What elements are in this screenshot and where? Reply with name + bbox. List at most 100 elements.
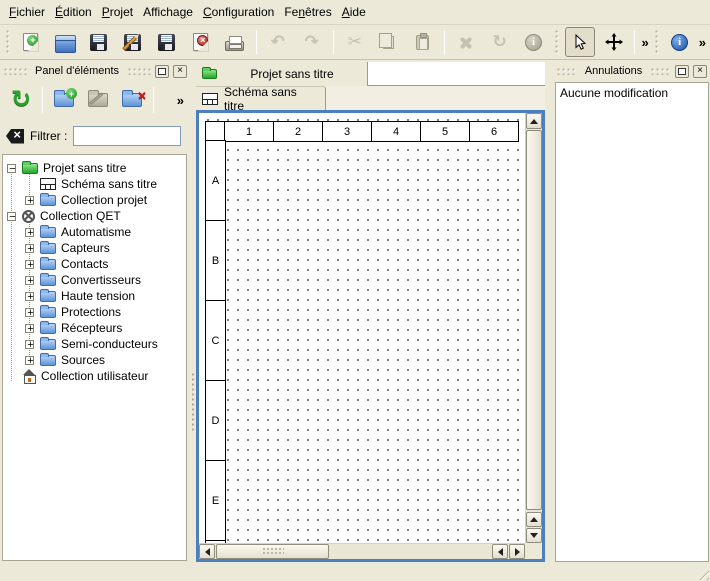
vertical-scrollbar-thumb[interactable]: [526, 130, 542, 510]
expand-box[interactable]: [25, 244, 34, 253]
vertical-scrollbar[interactable]: [525, 113, 542, 543]
tab-projet-sans-titre[interactable]: Projet sans titre: [196, 62, 368, 86]
project-tab-label: Projet sans titre: [223, 67, 361, 81]
schema-tab-label: Schéma sans titre: [224, 85, 319, 113]
elements-panel-titlebar[interactable]: Panel d'éléments ×: [0, 62, 190, 80]
expand-box[interactable]: [25, 276, 34, 285]
print-button[interactable]: [220, 27, 250, 57]
save-all-button[interactable]: [152, 27, 182, 57]
titlebar-texture: [127, 67, 151, 75]
expand-box[interactable]: [25, 356, 34, 365]
tree-item-semi-conducteurs[interactable]: Semi-conducteurs: [3, 336, 186, 352]
row-header: C: [205, 300, 226, 381]
tree-item-collection-qet[interactable]: Collection QET: [3, 208, 186, 224]
tree-item-projet-sans-titre[interactable]: Projet sans titre: [3, 160, 186, 176]
new-document-button[interactable]: +: [16, 27, 46, 57]
expand-box[interactable]: [25, 260, 34, 269]
toolbar-separator: [333, 30, 334, 54]
open-folder-icon: [55, 39, 74, 51]
arrow-right-icon: [515, 548, 520, 556]
horizontal-scrollbar-thumb[interactable]: [216, 544, 329, 559]
about-qet-button[interactable]: i: [665, 27, 695, 57]
undo-history-list[interactable]: Aucune modification: [555, 82, 709, 562]
project-tab-bar: Projet sans titre: [196, 62, 545, 86]
clear-filter-icon[interactable]: [6, 129, 24, 144]
expand-box[interactable]: [25, 324, 34, 333]
tree-item-contacts[interactable]: Contacts: [3, 256, 186, 272]
scroll-left-button[interactable]: [199, 544, 215, 559]
toolbar-drag-handle[interactable]: [654, 29, 660, 55]
dock-splitter-handle[interactable]: [191, 372, 195, 432]
tree-item-haute-tension[interactable]: Haute tension: [3, 288, 186, 304]
arrow-down-icon: [530, 533, 538, 538]
folder-delete-icon: ×: [122, 93, 142, 107]
filter-input[interactable]: [73, 126, 181, 146]
toolbar-separator: [634, 30, 635, 54]
dock-float-button[interactable]: [155, 65, 169, 78]
save-as-button[interactable]: [118, 27, 148, 57]
info-blue-icon: i: [671, 34, 688, 51]
scroll-up-button[interactable]: [526, 512, 542, 527]
toolbar-drag-handle[interactable]: [554, 29, 560, 55]
new-category-button[interactable]: +: [50, 86, 78, 114]
open-project-button[interactable]: [50, 27, 80, 57]
tree-item-sources[interactable]: Sources: [3, 352, 186, 368]
cross-badge-icon: ×: [197, 35, 208, 46]
titleblock-row-headers: A B C D E: [205, 141, 226, 543]
scroll-right-button[interactable]: [509, 544, 525, 559]
menu-affichage[interactable]: Affichage: [138, 2, 198, 22]
scroll-down-button[interactable]: [526, 528, 542, 543]
tree-item-schema-sans-titre[interactable]: Schéma sans titre: [3, 176, 186, 192]
scroll-left-button[interactable]: [492, 544, 508, 559]
tree-item-collection-utilisateur[interactable]: Collection utilisateur: [3, 368, 186, 384]
delete-category-button[interactable]: ×: [118, 86, 146, 114]
expand-box[interactable]: [25, 308, 34, 317]
tree-item-capteurs[interactable]: Capteurs: [3, 240, 186, 256]
close-file-icon: ×: [193, 33, 208, 51]
scroll-up-button[interactable]: [526, 113, 542, 129]
float-icon: [158, 68, 166, 75]
elements-tree[interactable]: Projet sans titre Schéma sans titre Coll…: [2, 154, 187, 561]
horizontal-scrollbar[interactable]: [199, 543, 525, 559]
toolbar-overflow-button[interactable]: »: [697, 35, 708, 50]
panel-toolbar-overflow-button[interactable]: »: [175, 93, 186, 108]
dock-close-button[interactable]: ×: [693, 65, 707, 78]
expand-box[interactable]: [25, 292, 34, 301]
menu-projet[interactable]: Projet: [97, 2, 138, 22]
toolbar-overflow-button[interactable]: »: [639, 35, 650, 50]
tree-item-collection-projet[interactable]: Collection projet: [3, 192, 186, 208]
toolbar-drag-handle[interactable]: [5, 29, 11, 55]
expand-box[interactable]: [25, 228, 34, 237]
tab-schema-sans-titre[interactable]: Schéma sans titre: [196, 86, 326, 110]
undo-panel-titlebar[interactable]: Annulations ×: [553, 62, 710, 80]
tree-item-convertisseurs[interactable]: Convertisseurs: [3, 272, 186, 288]
close-file-button[interactable]: ×: [186, 27, 216, 57]
refresh-icon: ↻: [11, 88, 31, 112]
menu-fichier[interactable]: Fichier: [4, 2, 50, 22]
printer-icon: [225, 41, 244, 51]
undo-list-item[interactable]: Aucune modification: [556, 83, 708, 103]
column-header: 2: [273, 121, 323, 142]
menu-edition[interactable]: Édition: [50, 2, 97, 22]
menu-configuration[interactable]: Configuration: [198, 2, 279, 22]
expand-box[interactable]: [25, 340, 34, 349]
select-mode-button[interactable]: [565, 27, 595, 57]
collapse-box[interactable]: [7, 212, 16, 221]
dock-close-button[interactable]: ×: [173, 65, 187, 78]
reload-collections-button[interactable]: ↻: [7, 86, 35, 114]
panel-toolbar-separator: [153, 87, 154, 113]
diagram-canvas[interactable]: 1 2 3 4 5 6 A B C D E: [200, 114, 525, 543]
copy-button: [374, 27, 404, 57]
save-button[interactable]: [84, 27, 114, 57]
expand-box[interactable]: [25, 196, 34, 205]
diagram-view: 1 2 3 4 5 6 A B C D E: [196, 110, 545, 562]
collapse-box[interactable]: [7, 164, 16, 173]
tree-item-automatisme[interactable]: Automatisme: [3, 224, 186, 240]
dock-float-button[interactable]: [675, 65, 689, 78]
tree-item-protections[interactable]: Protections: [3, 304, 186, 320]
menu-fenetres[interactable]: Fenêtres: [279, 2, 336, 22]
row-header: A: [205, 140, 226, 221]
tree-item-recepteurs[interactable]: Récepteurs: [3, 320, 186, 336]
menu-aide[interactable]: Aide: [337, 2, 371, 22]
move-mode-button[interactable]: [599, 27, 629, 57]
